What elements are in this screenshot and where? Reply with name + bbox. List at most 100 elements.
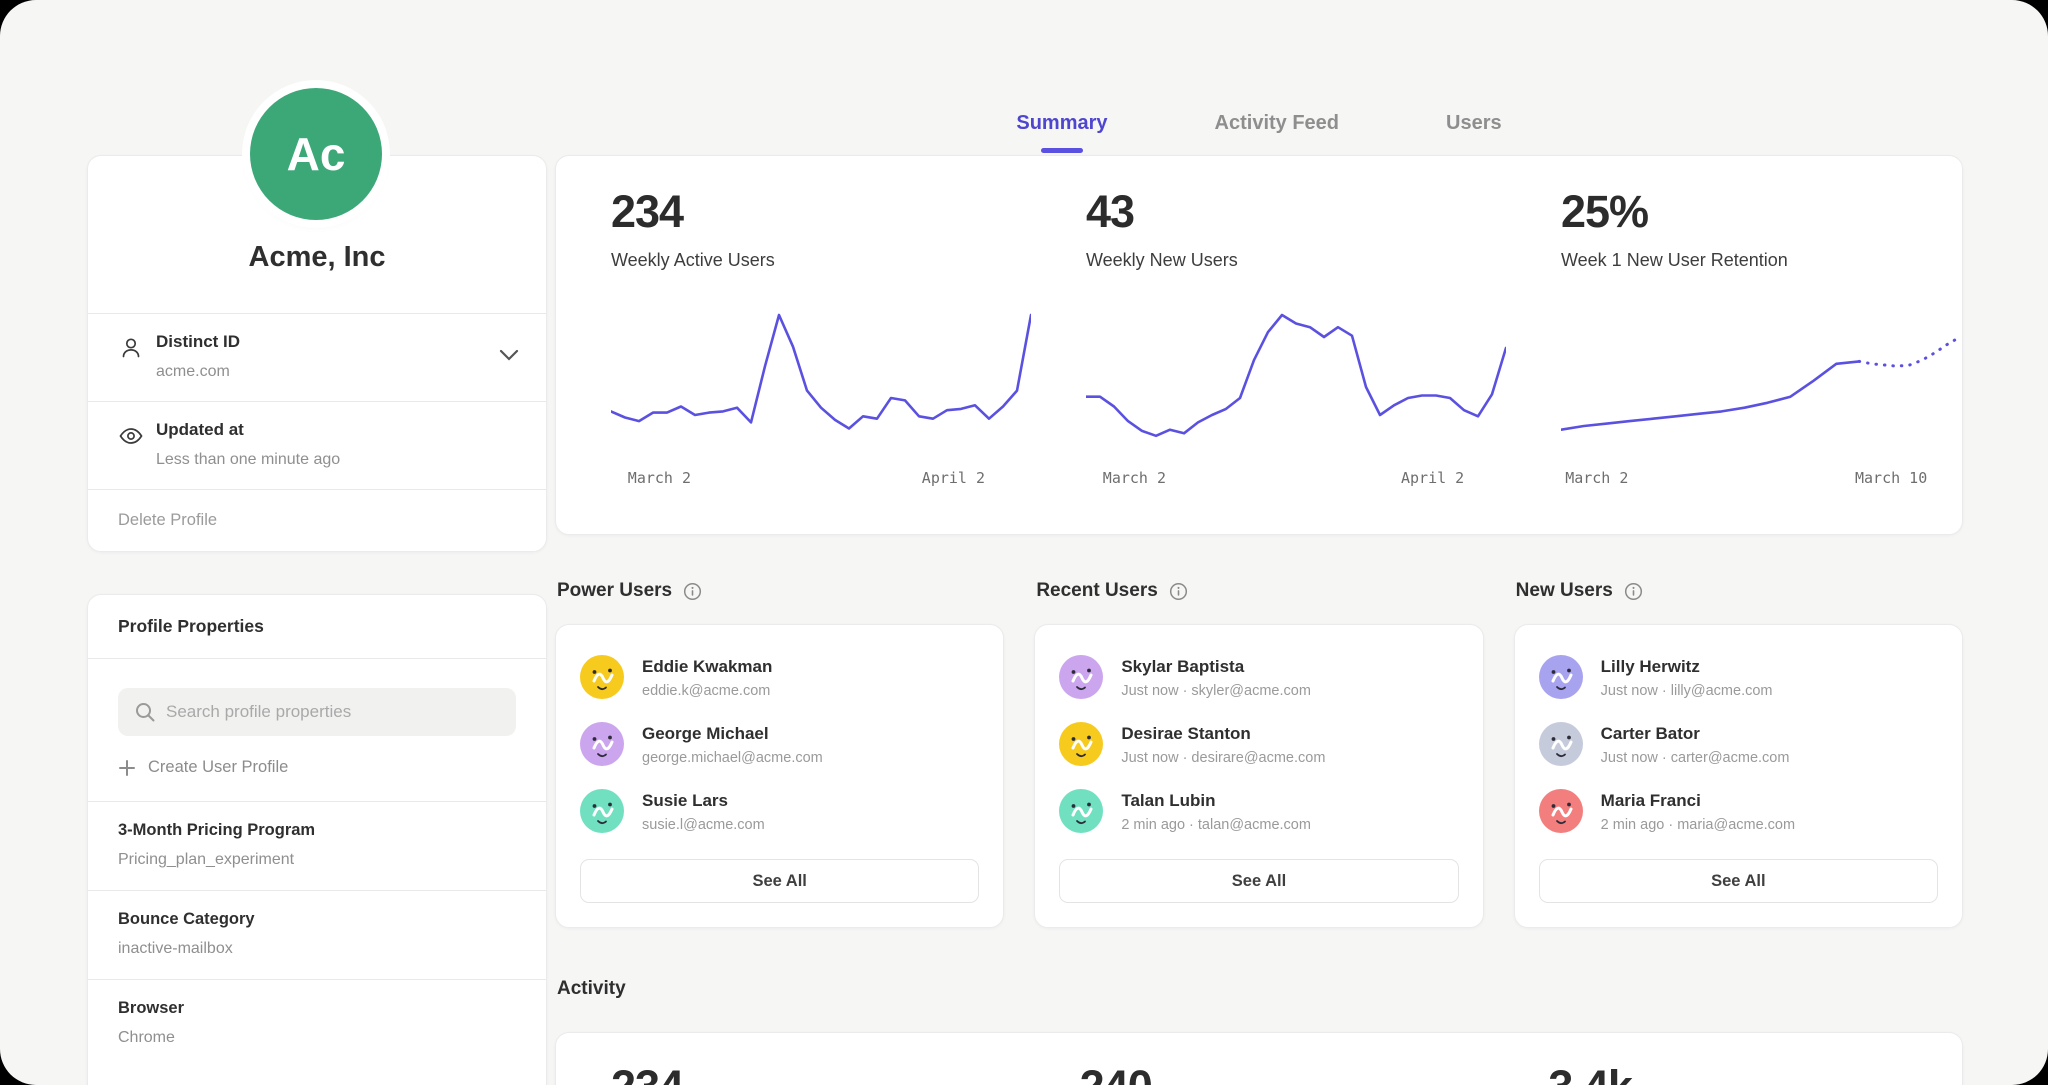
user-avatar [1059,655,1103,699]
week1-retention-chart: March 2 March 10 [1561,301,1981,495]
activity-title: Activity [557,978,626,1000]
user-subtitle: Just now · skyler@acme.com [1121,683,1311,699]
field-label: Updated at [156,420,516,440]
plus-icon [118,759,136,777]
tab-users[interactable]: Users [1440,112,1508,151]
field-label: Distinct ID [156,332,516,352]
search-profile-properties-input[interactable]: Search profile properties [118,688,516,736]
user-avatar [580,789,624,833]
user-name: Talan Lubin [1121,789,1311,811]
user-avatar [1539,655,1583,699]
chevron-down-icon[interactable] [498,348,520,362]
x-axis: March 2 April 2 [1086,469,1506,495]
user-avatar [580,655,624,699]
activity-stat-value: 240 [1080,1061,1494,1085]
list-item[interactable]: Skylar BaptistaJust now · skyler@acme.co… [1059,655,1458,699]
field-value: Less than one minute ago [156,451,516,469]
list-item[interactable]: Lilly Herwitz Just now · lilly@acme.com [1539,655,1938,699]
tab-summary[interactable]: Summary [1010,112,1113,151]
user-avatar [1059,789,1103,833]
create-user-profile-button[interactable]: Create User Profile [118,758,516,777]
user-subtitle: Just now · carter@acme.com [1601,750,1790,766]
stat-label: Weekly Active Users [611,250,1031,271]
info-icon[interactable] [683,582,702,601]
user-avatar [1539,722,1583,766]
search-placeholder: Search profile properties [166,702,351,722]
stat-value: 234 [611,186,1031,238]
list-item[interactable]: Talan Lubin2 min ago · talan@acme.com [1059,789,1458,833]
property-value: Chrome [118,1029,516,1047]
info-icon[interactable] [1624,582,1643,601]
user-name: Susie Lars [642,789,765,811]
stat-week1-retention: 25% Week 1 New User Retention March 2 Ma… [1506,186,1981,534]
tab-bar: Summary Activity Feed Users [555,112,1963,151]
list-item[interactable]: Susie Lars susie.l@acme.com [580,789,979,833]
divider [88,658,546,659]
x-axis-tick: March 2 [1103,469,1166,487]
field-value: acme.com [156,363,516,381]
create-user-profile-label: Create User Profile [148,758,288,777]
weekly-active-users-chart: March 2 April 2 [611,301,1031,495]
person-icon [118,335,144,361]
profile-dashboard: Ac Acme, Inc Distinct ID acme.com Update… [0,0,2048,1085]
delete-profile-button[interactable]: Delete Profile [88,490,546,551]
see-all-button[interactable]: See All [580,859,979,903]
company-avatar: Ac [250,88,382,220]
section-title: New Users [1514,580,1963,602]
user-name: Maria Franci [1601,789,1795,811]
user-subtitle: Just now · lilly@acme.com [1601,683,1773,699]
distinct-id-row[interactable]: Distinct ID acme.com [88,314,546,401]
x-axis: March 2 April 2 [611,469,1031,495]
user-subtitle: 2 min ago · maria@acme.com [1601,817,1795,833]
user-section-power-users: Power Users Eddie Kwakmaneddie.k@acme.com… [555,580,1004,928]
list-item[interactable]: Carter Bator Just now · carter@acme.com [1539,722,1938,766]
user-sections: Power Users Eddie Kwakmaneddie.k@acme.com… [555,580,1963,928]
list-item[interactable]: Maria Franci 2 min ago · maria@acme.com [1539,789,1938,833]
user-subtitle: eddie.k@acme.com [642,683,772,699]
property-name: 3-Month Pricing Program [118,821,516,840]
activity-card: 234 240 3.4k [555,1032,1963,1085]
section-title-text: New Users [1516,580,1613,602]
see-all-button[interactable]: See All [1539,859,1938,903]
list-item[interactable]: Eddie Kwakmaneddie.k@acme.com [580,655,979,699]
property-name: Browser [118,999,516,1018]
section-title: Recent Users [1034,580,1483,602]
summary-stats-card: 234 Weekly Active Users March 2 April 2 … [555,155,1963,535]
user-avatar [580,722,624,766]
weekly-new-users-chart: March 2 April 2 [1086,301,1506,495]
info-icon[interactable] [1169,582,1188,601]
user-subtitle: susie.l@acme.com [642,817,765,833]
user-section-new-users: New Users Lilly Herwitz Just now · lilly@a… [1514,580,1963,928]
tab-label: Activity Feed [1215,112,1339,134]
activity-stat-value: 3.4k [1548,1061,1962,1085]
property-value: Pricing_plan_experiment [118,851,516,869]
stat-weekly-active-users: 234 Weekly Active Users March 2 April 2 [556,186,1031,534]
user-list-card: Eddie Kwakmaneddie.k@acme.com George Mich… [555,624,1004,928]
property-name: Bounce Category [118,910,516,929]
see-all-button[interactable]: See All [1059,859,1458,903]
user-avatar [1059,722,1103,766]
stat-label: Weekly New Users [1086,250,1506,271]
profile-properties-title: Profile Properties [88,595,546,658]
x-axis-tick: March 10 [1855,469,1927,487]
section-title-text: Power Users [557,580,672,602]
list-item[interactable]: Desirae StantonJust now · desirare@acme.… [1059,722,1458,766]
eye-icon [118,423,144,449]
user-avatar [1539,789,1583,833]
updated-at-row: Updated at Less than one minute ago [88,402,546,489]
property-row: Bounce Category inactive-mailbox [88,891,546,979]
active-tab-underline [1041,148,1083,153]
stat-label: Week 1 New User Retention [1561,250,1981,271]
search-icon [134,701,156,723]
user-name: George Michael [642,722,823,744]
stat-weekly-new-users: 43 Weekly New Users March 2 April 2 [1031,186,1506,534]
section-title: Power Users [555,580,1004,602]
stat-value: 43 [1086,186,1506,238]
tab-label: Users [1446,112,1502,134]
user-name: Carter Bator [1601,722,1790,744]
section-title-text: Recent Users [1036,580,1157,602]
list-item[interactable]: George Michaelgeorge.michael@acme.com [580,722,979,766]
user-name: Desirae Stanton [1121,722,1325,744]
tab-activity-feed[interactable]: Activity Feed [1209,112,1345,151]
user-name: Lilly Herwitz [1601,655,1773,677]
